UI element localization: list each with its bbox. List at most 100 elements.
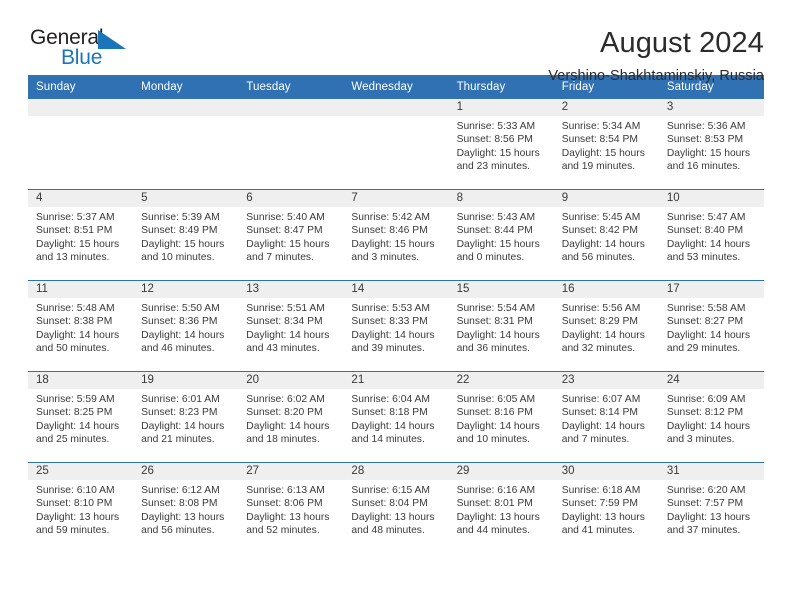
day-number: 24 xyxy=(658,372,764,389)
day-cell-inner: 9 Sunrise: 5:45 AM Sunset: 8:42 PM Daylight… xyxy=(553,190,659,280)
day-cell-inner: 30 Sunrise: 6:18 AM Sunset: 7:59 PM Dayligh… xyxy=(553,463,659,553)
day-cell-inner: 14 Sunrise: 5:53 AM Sunset: 8:33 PM Dayligh… xyxy=(343,281,449,371)
day-cell-inner: 22 Sunrise: 6:05 AM Sunset: 8:16 PM Dayligh… xyxy=(448,372,554,462)
calendar-day-cell-empty xyxy=(28,99,134,190)
daylight-text: Daylight: 14 hours and 43 minutes. xyxy=(246,329,330,354)
day-cell-inner: 28 Sunrise: 6:15 AM Sunset: 8:04 PM Dayligh… xyxy=(343,463,449,553)
daylight-text: Daylight: 13 hours and 56 minutes. xyxy=(141,511,225,536)
sunrise-text: Sunrise: 5:50 AM xyxy=(141,303,220,314)
sunset-text: Sunset: 8:25 PM xyxy=(36,407,113,419)
day-sun-info: Sunrise: 6:04 AM Sunset: 8:18 PM Daylight:… xyxy=(343,389,448,446)
calendar-day-cell[interactable]: 7 Sunrise: 5:42 AM Sunset: 8:46 PM Daylight… xyxy=(343,189,449,281)
day-number: 31 xyxy=(658,463,764,480)
day-number: 9 xyxy=(553,190,659,207)
calendar-day-cell[interactable]: 16 Sunrise: 5:56 AM Sunset: 8:29 PM Dayligh… xyxy=(553,280,659,372)
calendar-day-cell[interactable]: 10 Sunrise: 5:47 AM Sunset: 8:40 PM Dayligh… xyxy=(658,189,764,281)
calendar-day-cell[interactable]: 12 Sunrise: 5:50 AM Sunset: 8:36 PM Dayligh… xyxy=(133,280,239,372)
sunset-text: Sunset: 7:57 PM xyxy=(666,498,744,510)
daylight-text: Daylight: 13 hours and 41 minutes. xyxy=(561,511,645,536)
calendar-day-cell[interactable]: 1 Sunrise: 5:33 AM Sunset: 8:56 PM Daylight… xyxy=(448,99,554,190)
weekday-header-wednesday: Wednesday xyxy=(343,75,449,99)
calendar-day-cell[interactable]: 22 Sunrise: 6:05 AM Sunset: 8:16 PM Dayligh… xyxy=(448,371,554,463)
sunset-text: Sunset: 8:53 PM xyxy=(666,134,744,146)
calendar-day-cell[interactable]: 29 Sunrise: 6:16 AM Sunset: 8:01 PM Dayligh… xyxy=(448,462,554,553)
calendar-day-cell[interactable]: 20 Sunrise: 6:02 AM Sunset: 8:20 PM Dayligh… xyxy=(238,371,344,463)
calendar-day-cell[interactable]: 11 Sunrise: 5:48 AM Sunset: 8:38 PM Dayligh… xyxy=(28,280,134,372)
day-sun-info: Sunrise: 5:33 AM Sunset: 8:56 PM Daylight:… xyxy=(449,116,554,173)
day-sun-info: Sunrise: 5:40 AM Sunset: 8:47 PM Daylight:… xyxy=(238,207,343,264)
day-cell-inner: 7 Sunrise: 5:42 AM Sunset: 8:46 PM Daylight… xyxy=(343,190,449,280)
calendar-day-cell[interactable]: 14 Sunrise: 5:53 AM Sunset: 8:33 PM Dayligh… xyxy=(343,280,449,372)
day-number: 6 xyxy=(238,190,344,207)
sunset-text: Sunset: 8:14 PM xyxy=(561,407,638,419)
calendar-day-cell[interactable]: 3 Sunrise: 5:36 AM Sunset: 8:53 PM Daylight… xyxy=(658,99,764,190)
daylight-text: Daylight: 14 hours and 18 minutes. xyxy=(246,420,330,445)
calendar-day-cell[interactable]: 15 Sunrise: 5:54 AM Sunset: 8:31 PM Dayligh… xyxy=(448,280,554,372)
calendar-day-cell[interactable]: 21 Sunrise: 6:04 AM Sunset: 8:18 PM Dayligh… xyxy=(343,371,449,463)
calendar-day-cell[interactable]: 17 Sunrise: 5:58 AM Sunset: 8:27 PM Dayligh… xyxy=(658,280,764,372)
daylight-text: Daylight: 14 hours and 50 minutes. xyxy=(36,329,120,354)
daylight-text: Daylight: 15 hours and 10 minutes. xyxy=(141,238,225,263)
calendar-week-row: 11 Sunrise: 5:48 AM Sunset: 8:38 PM Dayligh… xyxy=(28,280,764,372)
calendar-day-cell[interactable]: 9 Sunrise: 5:45 AM Sunset: 8:42 PM Daylight… xyxy=(553,189,659,281)
day-cell-inner xyxy=(28,99,134,189)
day-number xyxy=(238,99,344,116)
sunrise-text: Sunrise: 6:05 AM xyxy=(456,394,536,405)
day-cell-inner: 5 Sunrise: 5:39 AM Sunset: 8:49 PM Daylight… xyxy=(133,190,239,280)
calendar-day-cell[interactable]: 19 Sunrise: 6:01 AM Sunset: 8:23 PM Dayligh… xyxy=(133,371,239,463)
generalblue-logo: General Blue xyxy=(28,26,148,72)
calendar-day-cell[interactable]: 6 Sunrise: 5:40 AM Sunset: 8:47 PM Daylight… xyxy=(238,189,344,281)
sunrise-text: Sunrise: 6:20 AM xyxy=(666,485,746,496)
day-number: 29 xyxy=(448,463,554,480)
page-title: August 2024 xyxy=(600,27,764,59)
weekday-header-thursday: Thursday xyxy=(448,75,554,99)
calendar-day-cell[interactable]: 4 Sunrise: 5:37 AM Sunset: 8:51 PM Daylight… xyxy=(28,189,134,281)
day-cell-inner: 1 Sunrise: 5:33 AM Sunset: 8:56 PM Daylight… xyxy=(448,99,554,189)
calendar-page: General Blue August 2024 Vershino-Shakht… xyxy=(0,0,792,612)
sunrise-text: Sunrise: 6:01 AM xyxy=(141,394,220,405)
daylight-text: Daylight: 14 hours and 25 minutes. xyxy=(36,420,120,445)
day-cell-inner: 23 Sunrise: 6:07 AM Sunset: 8:14 PM Dayligh… xyxy=(553,372,659,462)
day-cell-inner: 27 Sunrise: 6:13 AM Sunset: 8:06 PM Dayligh… xyxy=(238,463,344,553)
daylight-text: Daylight: 14 hours and 3 minutes. xyxy=(666,420,751,445)
daylight-text: Daylight: 13 hours and 52 minutes. xyxy=(246,511,330,536)
daylight-text: Daylight: 14 hours and 32 minutes. xyxy=(561,329,645,354)
day-sun-info: Sunrise: 5:39 AM Sunset: 8:49 PM Daylight:… xyxy=(133,207,238,264)
calendar-day-cell[interactable]: 2 Sunrise: 5:34 AM Sunset: 8:54 PM Daylight… xyxy=(553,99,659,190)
calendar-table: Sunday Monday Tuesday Wednesday Thursday Frid… xyxy=(28,75,764,553)
calendar-day-cell[interactable]: 27 Sunrise: 6:13 AM Sunset: 8:06 PM Dayligh… xyxy=(238,462,344,553)
sunrise-text: Sunrise: 6:09 AM xyxy=(666,394,746,405)
sunset-text: Sunset: 8:29 PM xyxy=(561,316,638,328)
sunset-text: Sunset: 8:49 PM xyxy=(141,225,218,237)
calendar-day-cell[interactable]: 5 Sunrise: 5:39 AM Sunset: 8:49 PM Daylight… xyxy=(133,189,239,281)
day-sun-info: Sunrise: 6:12 AM Sunset: 8:08 PM Daylight:… xyxy=(133,480,238,537)
calendar-day-cell[interactable]: 25 Sunrise: 6:10 AM Sunset: 8:10 PM Dayligh… xyxy=(28,462,134,553)
calendar-day-cell[interactable]: 8 Sunrise: 5:43 AM Sunset: 8:44 PM Daylight… xyxy=(448,189,554,281)
weekday-header-tuesday: Tuesday xyxy=(238,75,344,99)
calendar-day-cell[interactable]: 18 Sunrise: 5:59 AM Sunset: 8:25 PM Dayligh… xyxy=(28,371,134,463)
day-sun-info: Sunrise: 6:10 AM Sunset: 8:10 PM Daylight:… xyxy=(28,480,133,537)
day-sun-info: Sunrise: 5:43 AM Sunset: 8:44 PM Daylight:… xyxy=(449,207,554,264)
day-sun-info: Sunrise: 6:18 AM Sunset: 7:59 PM Daylight:… xyxy=(554,480,659,537)
sunset-text: Sunset: 8:06 PM xyxy=(246,498,323,510)
calendar-day-cell[interactable]: 23 Sunrise: 6:07 AM Sunset: 8:14 PM Dayligh… xyxy=(553,371,659,463)
day-sun-info: Sunrise: 6:07 AM Sunset: 8:14 PM Daylight:… xyxy=(554,389,659,446)
daylight-text: Daylight: 13 hours and 59 minutes. xyxy=(36,511,120,536)
calendar-day-cell[interactable]: 31 Sunrise: 6:20 AM Sunset: 7:57 PM Dayligh… xyxy=(658,462,764,553)
weekday-header-monday: Monday xyxy=(133,75,239,99)
sunrise-text: Sunrise: 5:39 AM xyxy=(141,212,220,223)
calendar-day-cell[interactable]: 28 Sunrise: 6:15 AM Sunset: 8:04 PM Dayligh… xyxy=(343,462,449,553)
sunset-text: Sunset: 8:56 PM xyxy=(456,134,533,146)
day-cell-inner: 19 Sunrise: 6:01 AM Sunset: 8:23 PM Dayligh… xyxy=(133,372,239,462)
day-cell-inner: 25 Sunrise: 6:10 AM Sunset: 8:10 PM Dayligh… xyxy=(28,463,134,553)
day-number xyxy=(343,99,449,116)
day-number: 27 xyxy=(238,463,344,480)
calendar-day-cell[interactable]: 30 Sunrise: 6:18 AM Sunset: 7:59 PM Dayligh… xyxy=(553,462,659,553)
calendar-day-cell[interactable]: 24 Sunrise: 6:09 AM Sunset: 8:12 PM Dayligh… xyxy=(658,371,764,463)
day-number: 10 xyxy=(658,190,764,207)
logo-text-blue: Blue xyxy=(61,46,103,69)
daylight-text: Daylight: 14 hours and 56 minutes. xyxy=(561,238,645,263)
calendar-day-cell[interactable]: 13 Sunrise: 5:51 AM Sunset: 8:34 PM Dayligh… xyxy=(238,280,344,372)
sunrise-text: Sunrise: 6:04 AM xyxy=(351,394,430,405)
calendar-day-cell[interactable]: 26 Sunrise: 6:12 AM Sunset: 8:08 PM Dayligh… xyxy=(133,462,239,553)
